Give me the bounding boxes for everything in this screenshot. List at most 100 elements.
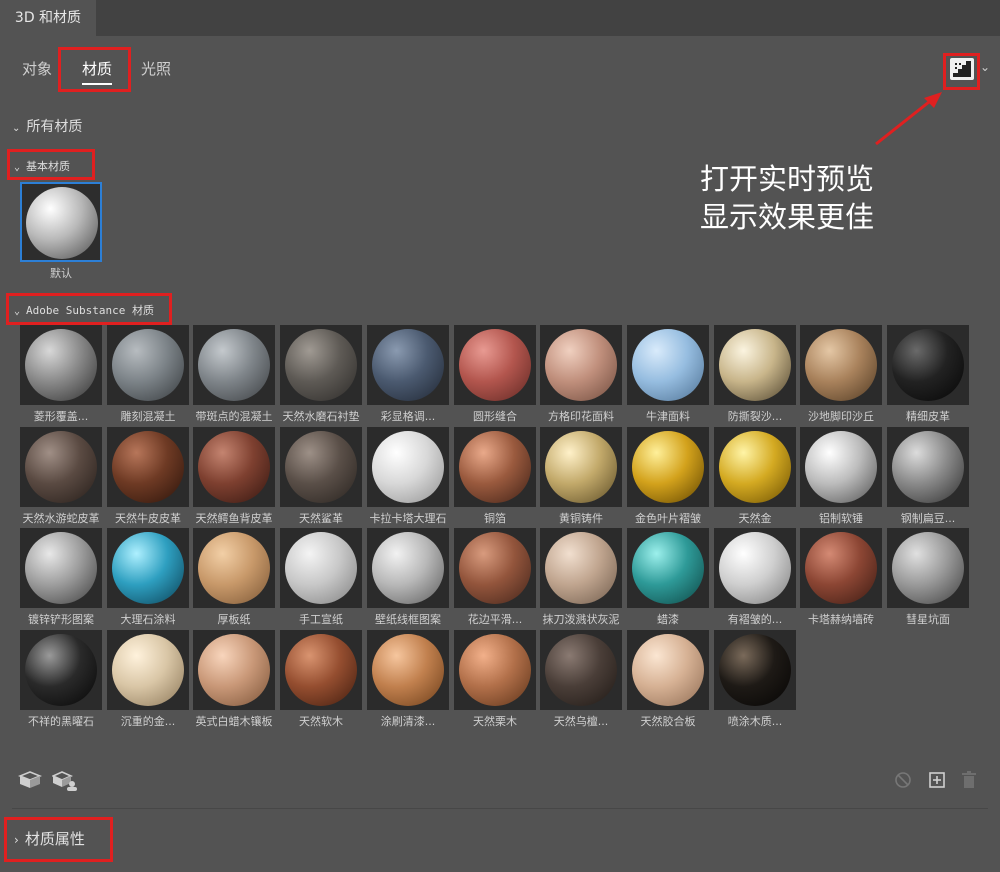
material-sphere	[545, 634, 617, 706]
material-tile[interactable]	[540, 325, 622, 405]
material-tile[interactable]	[280, 528, 362, 608]
material-tile[interactable]	[193, 325, 275, 405]
panel-tab-bar: 3D 和材质	[0, 0, 1000, 36]
annotation-line-2: 显示效果更佳	[700, 200, 875, 234]
material-sphere	[632, 329, 704, 401]
material-tile[interactable]	[107, 630, 189, 710]
material-tile[interactable]	[627, 427, 709, 507]
material-label: 沉重的金...	[120, 715, 176, 728]
highlight-box-substance-materials	[6, 293, 172, 325]
tab-object[interactable]: 对象	[22, 58, 52, 79]
material-sphere	[459, 532, 531, 604]
annotation-arrow	[875, 92, 942, 146]
material-tile[interactable]	[540, 630, 622, 710]
material-label: 天然金	[738, 512, 772, 525]
material-tile[interactable]	[20, 528, 102, 608]
material-sphere	[719, 532, 791, 604]
material-tile[interactable]	[887, 528, 969, 608]
material-label: 喷涂木质...	[727, 715, 783, 728]
material-tile[interactable]	[367, 630, 449, 710]
material-label: 铜箔	[484, 512, 506, 525]
material-tile[interactable]	[20, 427, 102, 507]
material-tile[interactable]	[887, 325, 969, 405]
material-label: 大理石涂料	[120, 613, 176, 626]
material-tile[interactable]	[540, 427, 622, 507]
material-tile[interactable]	[107, 325, 189, 405]
material-sphere	[112, 532, 184, 604]
material-sphere	[545, 431, 617, 503]
material-tile[interactable]	[454, 630, 536, 710]
add-icon	[929, 772, 945, 788]
material-tile[interactable]	[193, 427, 275, 507]
panel-tab-3d-materials[interactable]: 3D 和材质	[0, 0, 96, 36]
share-material-button[interactable]	[51, 770, 78, 792]
material-tile[interactable]	[280, 427, 362, 507]
material-tile[interactable]	[714, 325, 796, 405]
clear-button[interactable]	[893, 770, 913, 794]
tab-lighting[interactable]: 光照	[141, 58, 171, 79]
material-tile[interactable]	[20, 630, 102, 710]
trash-icon	[962, 771, 976, 788]
annotation-text: 打开实时预览 显示效果更佳	[700, 160, 960, 236]
material-tile[interactable]	[454, 528, 536, 608]
material-label: 卡塔赫纳墙砖	[808, 613, 874, 626]
material-sphere	[25, 431, 97, 503]
cube-icon	[17, 771, 43, 788]
material-tile[interactable]	[107, 528, 189, 608]
load-material-button[interactable]	[17, 770, 44, 792]
material-tile[interactable]	[193, 630, 275, 710]
material-tile[interactable]	[367, 528, 449, 608]
material-label: 天然水游蛇皮革	[22, 512, 100, 525]
material-tile-default[interactable]	[20, 182, 102, 262]
material-tile[interactable]	[714, 528, 796, 608]
material-sphere	[25, 532, 97, 604]
material-sphere	[719, 634, 791, 706]
delete-material-button[interactable]	[959, 770, 979, 794]
material-label: 蜡漆	[657, 613, 679, 626]
material-tile[interactable]	[800, 325, 882, 405]
material-tile[interactable]	[280, 630, 362, 710]
material-tile[interactable]	[367, 325, 449, 405]
material-label: 默认	[50, 267, 72, 280]
material-tile[interactable]	[540, 528, 622, 608]
material-tile[interactable]	[800, 528, 882, 608]
material-tile[interactable]	[627, 325, 709, 405]
material-sphere	[285, 532, 357, 604]
material-label: 天然软木	[299, 715, 343, 728]
material-sphere	[198, 431, 270, 503]
material-label: 黄铜铸件	[559, 512, 603, 525]
material-sphere	[892, 532, 964, 604]
material-tile[interactable]	[280, 325, 362, 405]
material-sphere	[25, 634, 97, 706]
material-sphere	[198, 532, 270, 604]
material-tile[interactable]	[367, 427, 449, 507]
material-sphere	[112, 634, 184, 706]
material-label: 涂刷清漆...	[380, 715, 436, 728]
material-sphere	[805, 329, 877, 401]
material-label: 卡拉卡塔大理石	[369, 512, 447, 525]
material-label: 防撕裂沙...	[727, 410, 783, 423]
section-all-materials[interactable]: ⌄ 所有材质	[12, 116, 82, 136]
new-material-button[interactable]	[927, 770, 947, 794]
material-tile[interactable]	[193, 528, 275, 608]
material-tile[interactable]	[714, 630, 796, 710]
chevron-down-icon[interactable]: ⌄	[980, 60, 990, 74]
material-tile[interactable]	[107, 427, 189, 507]
material-tile[interactable]	[887, 427, 969, 507]
material-tile[interactable]	[454, 325, 536, 405]
material-tile[interactable]	[454, 427, 536, 507]
material-label: 镀锌铲形图案	[28, 613, 94, 626]
material-label: 方格印花面料	[548, 410, 614, 423]
material-label: 天然牛皮皮革	[115, 512, 181, 525]
material-sphere	[112, 329, 184, 401]
material-tile[interactable]	[800, 427, 882, 507]
material-tile[interactable]	[714, 427, 796, 507]
material-label: 圆形缝合	[473, 410, 517, 423]
material-label: 天然鳄鱼背皮革	[195, 512, 273, 525]
material-label: 金色叶片褶皱	[635, 512, 701, 525]
material-sphere	[285, 431, 357, 503]
material-tile[interactable]	[627, 528, 709, 608]
highlight-box-material-properties	[4, 817, 113, 862]
material-tile[interactable]	[20, 325, 102, 405]
material-tile[interactable]	[627, 630, 709, 710]
